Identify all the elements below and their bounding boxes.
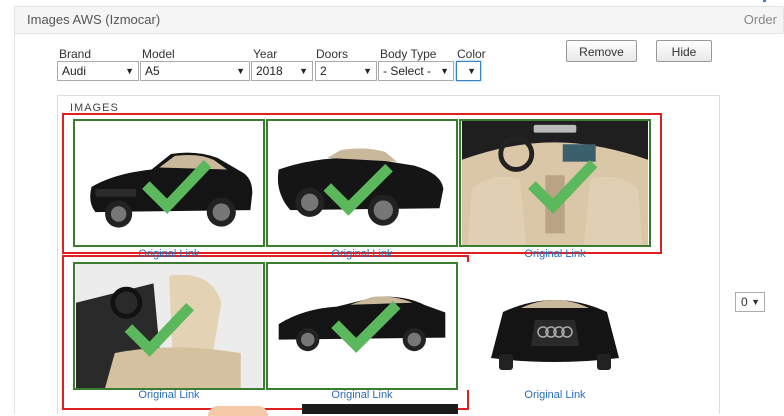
original-link-5[interactable]: Original Link bbox=[266, 389, 458, 401]
chevron-down-icon: ▼ bbox=[467, 66, 476, 76]
panel-header: Images AWS (Izmocar) Order bbox=[14, 6, 784, 34]
chevron-down-icon: ▼ bbox=[363, 66, 372, 76]
original-link-3[interactable]: Original Link bbox=[459, 248, 651, 260]
color-select[interactable]: ▼ bbox=[456, 61, 481, 81]
next-image-peek bbox=[302, 404, 458, 414]
body-type-label: Body Type bbox=[380, 47, 437, 61]
order-select[interactable]: 0 ▼ bbox=[735, 292, 765, 312]
year-select[interactable]: 2018 ▼ bbox=[251, 61, 313, 81]
corner-mark bbox=[763, 0, 766, 2]
doors-value: 2 bbox=[320, 64, 327, 78]
original-link-4[interactable]: Original Link bbox=[73, 389, 265, 401]
brand-value: Audi bbox=[62, 64, 87, 78]
car-dashboard-interior-image bbox=[462, 121, 648, 245]
original-link-2[interactable]: Original Link bbox=[266, 248, 458, 260]
model-select[interactable]: A5 ▼ bbox=[140, 61, 250, 81]
car-front-three-quarter-image bbox=[90, 152, 253, 228]
next-image-peek bbox=[208, 406, 268, 416]
year-value: 2018 bbox=[256, 64, 283, 78]
original-link-1[interactable]: Original Link bbox=[73, 248, 265, 260]
image-thumb-1[interactable] bbox=[73, 119, 265, 247]
image-thumb-3[interactable] bbox=[459, 119, 651, 247]
chevron-down-icon: ▼ bbox=[440, 66, 449, 76]
brand-label: Brand bbox=[59, 47, 92, 61]
car-rear-three-quarter-image bbox=[277, 148, 444, 226]
chevron-down-icon: ▼ bbox=[236, 66, 245, 76]
image-thumb-6[interactable] bbox=[459, 262, 651, 390]
image-thumb-5[interactable] bbox=[266, 262, 458, 390]
doors-label: Doors bbox=[316, 47, 349, 61]
model-value: A5 bbox=[145, 64, 160, 78]
panel-left-border bbox=[14, 34, 15, 414]
color-label: Color bbox=[457, 47, 486, 61]
remove-button[interactable]: Remove bbox=[566, 40, 637, 62]
original-link-6[interactable]: Original Link bbox=[459, 389, 651, 401]
chevron-down-icon: ▼ bbox=[751, 297, 760, 307]
car-seat-interior-image bbox=[76, 264, 262, 388]
model-label: Model bbox=[142, 47, 175, 61]
image-thumb-2[interactable] bbox=[266, 119, 458, 247]
body-type-select[interactable]: - Select - ▼ bbox=[378, 61, 454, 81]
chevron-down-icon: ▼ bbox=[125, 66, 134, 76]
brand-select[interactable]: Audi ▼ bbox=[57, 61, 139, 81]
chevron-down-icon: ▼ bbox=[299, 66, 308, 76]
body-type-value: - Select - bbox=[383, 64, 432, 78]
hide-button[interactable]: Hide bbox=[656, 40, 712, 62]
order-label: Order bbox=[743, 12, 777, 27]
doors-select[interactable]: 2 ▼ bbox=[315, 61, 377, 81]
image-thumb-4[interactable] bbox=[73, 262, 265, 390]
order-value: 0 bbox=[741, 295, 748, 309]
year-label: Year bbox=[253, 47, 278, 61]
car-side-profile-image bbox=[278, 296, 446, 353]
car-front-image bbox=[491, 300, 619, 370]
panel-title: Images AWS (Izmocar) bbox=[27, 12, 161, 27]
